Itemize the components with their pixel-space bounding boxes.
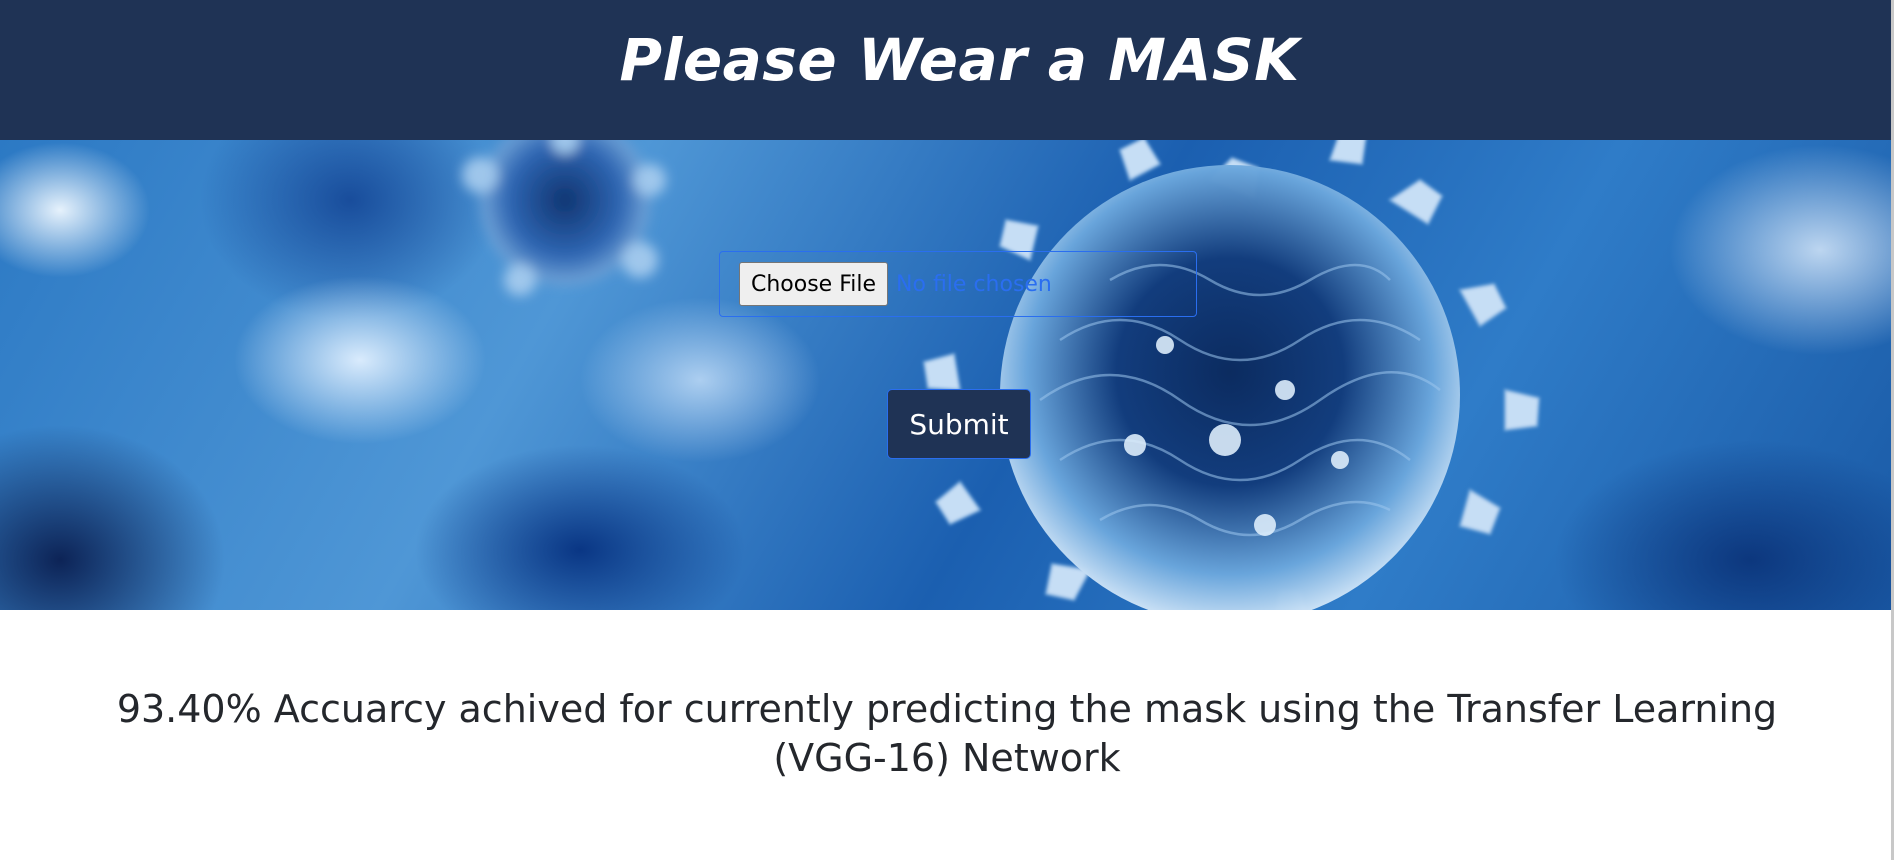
accuracy-text: 93.40% Accuarcy achived for currently pr… — [116, 687, 1778, 780]
result-section: 93.40% Accuarcy achived for currently pr… — [0, 685, 1894, 783]
upload-form: Choose File No file chosen Submit — [0, 140, 1894, 610]
page-title: Please Wear a MASK — [619, 26, 1300, 94]
file-status-text: No file chosen — [896, 271, 1052, 297]
file-input[interactable]: Choose File No file chosen — [719, 251, 1197, 317]
hero-banner: Choose File No file chosen Submit — [0, 140, 1894, 610]
submit-button[interactable]: Submit — [887, 389, 1031, 459]
choose-file-button[interactable]: Choose File — [739, 262, 889, 306]
page-header: Please Wear a MASK — [0, 0, 1894, 140]
